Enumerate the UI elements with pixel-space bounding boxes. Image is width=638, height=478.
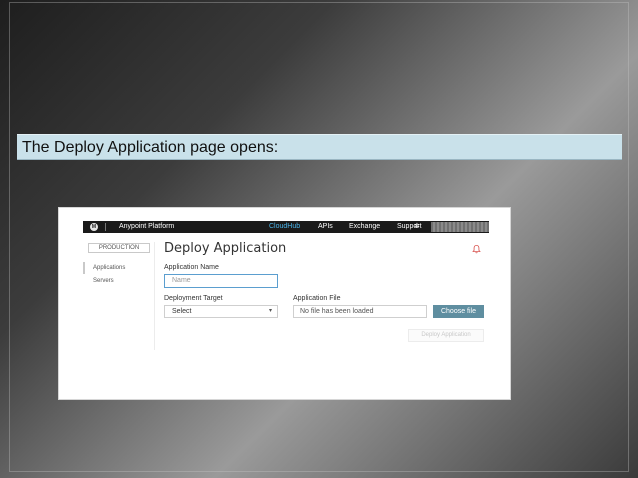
- caption-text: The Deploy Application page opens:: [22, 139, 279, 156]
- application-name-input[interactable]: Name: [164, 274, 278, 288]
- deployment-target-select[interactable]: Select ▾: [164, 305, 278, 318]
- sidebar-item-applications[interactable]: Applications: [93, 265, 125, 271]
- nav-item-exchange[interactable]: Exchange: [349, 223, 380, 230]
- sidebar-active-indicator: [83, 262, 85, 274]
- application-name-label: Application Name: [164, 264, 219, 271]
- caption-bar: The Deploy Application page opens:: [17, 134, 622, 160]
- nav-item-apis[interactable]: APIs: [318, 223, 333, 230]
- gear-icon[interactable]: ✲: [414, 223, 420, 231]
- platform-brand[interactable]: Anypoint Platform: [119, 223, 174, 230]
- application-file-field: No file has been loaded: [293, 305, 427, 318]
- top-navigation-bar: M Anypoint Platform CloudHub APIs Exchan…: [83, 221, 489, 233]
- page-title: Deploy Application: [164, 241, 287, 256]
- deployment-target-value: Select: [172, 308, 192, 315]
- nav-item-cloudhub[interactable]: CloudHub: [269, 223, 300, 230]
- deploy-application-button[interactable]: Deploy Application: [408, 329, 484, 342]
- sidebar-divider: [154, 242, 155, 350]
- deployment-target-label: Deployment Target: [164, 295, 223, 302]
- environment-button[interactable]: PRODUCTION: [88, 243, 150, 253]
- sidebar-item-servers[interactable]: Servers: [93, 278, 114, 284]
- chevron-down-icon: ▾: [268, 308, 272, 314]
- choose-file-button[interactable]: Choose file: [433, 305, 484, 318]
- bell-icon[interactable]: [472, 244, 481, 254]
- mulesoft-logo-icon[interactable]: M: [90, 223, 98, 231]
- application-file-label: Application File: [293, 295, 341, 302]
- deploy-application-screenshot: M Anypoint Platform CloudHub APIs Exchan…: [58, 207, 511, 400]
- nav-separator: [105, 223, 106, 231]
- user-menu-redacted[interactable]: [431, 222, 489, 232]
